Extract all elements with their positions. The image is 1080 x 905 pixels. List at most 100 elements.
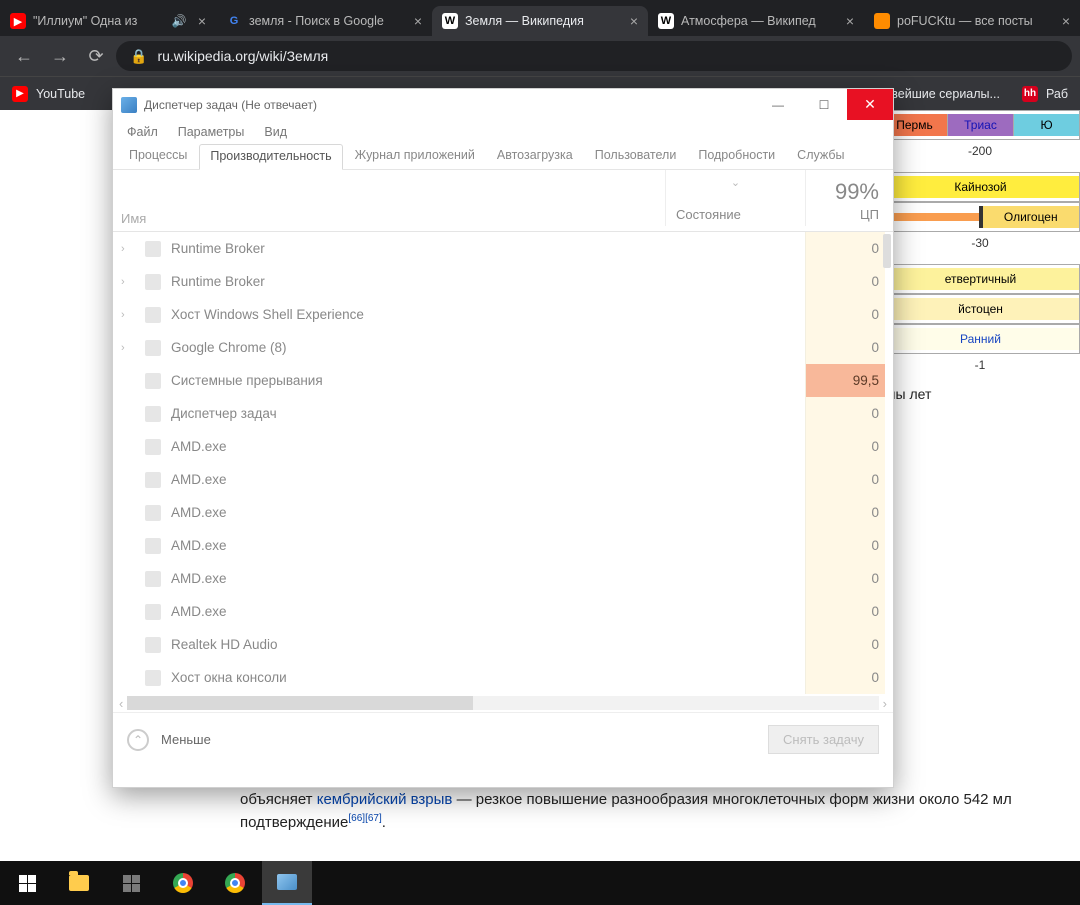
bookmark-label: Раб <box>1046 87 1068 101</box>
expand-icon[interactable]: › <box>121 276 135 288</box>
scale-unit: оны лет <box>880 386 1080 402</box>
tm-tab[interactable]: Пользователи <box>585 144 687 169</box>
url-field[interactable]: 🔒 ru.wikipedia.org/wiki/Земля <box>116 41 1072 71</box>
geo-period: Ю <box>1013 114 1079 136</box>
reload-button[interactable]: ⟳ <box>80 40 112 72</box>
browser-tab[interactable]: ▶"Иллиум" Одна из🔊× <box>0 6 216 36</box>
browser-tab[interactable]: WАтмосфера — Википед× <box>648 6 864 36</box>
tm-tab[interactable]: Службы <box>787 144 854 169</box>
tm-tab[interactable]: Процессы <box>119 144 197 169</box>
process-row[interactable]: AMD.exe0 <box>113 595 893 628</box>
chrome-2[interactable] <box>210 861 260 905</box>
tab-close-icon[interactable]: × <box>198 13 206 29</box>
process-icon <box>145 439 161 455</box>
tm-tab[interactable]: Производительность <box>199 144 342 170</box>
lock-icon: 🔒 <box>130 48 147 65</box>
menu-item[interactable]: Файл <box>127 125 158 139</box>
audio-icon[interactable]: 🔊 <box>172 14 187 28</box>
geologic-timeline: ПермьТриасЮ-200КайнозойОлигоцен-30етверт… <box>880 110 1080 402</box>
tm-tab[interactable]: Автозагрузка <box>487 144 583 169</box>
process-row[interactable]: AMD.exe0 <box>113 496 893 529</box>
task-view[interactable] <box>106 861 156 905</box>
scroll-left-icon[interactable]: ‹ <box>119 696 123 711</box>
start-button[interactable] <box>2 861 52 905</box>
tab-close-icon[interactable]: × <box>1062 13 1070 29</box>
vertical-scroll-thumb[interactable] <box>883 234 891 268</box>
menu-item[interactable]: Вид <box>264 125 287 139</box>
forward-button[interactable]: → <box>44 40 76 72</box>
geo-period: Триас <box>947 114 1013 136</box>
process-cpu: 0 <box>805 661 885 694</box>
browser-tab[interactable]: poFUCKtu — все посты× <box>864 6 1080 36</box>
close-button[interactable]: ✕ <box>847 89 893 120</box>
tab-close-icon[interactable]: × <box>414 13 422 29</box>
chrome-1[interactable] <box>158 861 208 905</box>
bookmark[interactable]: ▶YouTube <box>12 86 85 102</box>
process-row[interactable]: ›Хост Windows Shell Experience0 <box>113 298 893 331</box>
o-favicon-icon <box>874 13 890 29</box>
process-row[interactable]: AMD.exe0 <box>113 529 893 562</box>
process-icon <box>145 373 161 389</box>
process-row[interactable]: Системные прерывания99,5 <box>113 364 893 397</box>
titlebar[interactable]: Диспетчер задач (Не отвечает) — ☐ ✕ <box>113 89 893 120</box>
process-row[interactable]: ›Runtime Broker0 <box>113 265 893 298</box>
link-cambrian[interactable]: кембрийский взрыв <box>317 791 453 808</box>
geo-period: Кайнозой <box>881 176 1079 198</box>
process-cpu: 99,5 <box>805 364 885 397</box>
process-name: AMD.exe <box>171 472 227 487</box>
expand-icon[interactable]: › <box>121 309 135 321</box>
process-name: Диспетчер задач <box>171 406 277 421</box>
tm-tab[interactable]: Подробности <box>688 144 785 169</box>
horizontal-scroll-thumb[interactable] <box>127 696 473 710</box>
browser-tab[interactable]: WЗемля — Википедия× <box>432 6 648 36</box>
process-icon <box>145 307 161 323</box>
back-button[interactable]: ← <box>8 40 40 72</box>
process-list[interactable]: ›Runtime Broker0›Runtime Broker0›Хост Wi… <box>113 232 893 694</box>
expand-icon[interactable]: › <box>121 243 135 255</box>
w-favicon-icon: W <box>442 13 458 29</box>
horizontal-scrollbar[interactable]: ‹ › <box>113 694 893 712</box>
process-row[interactable]: Диспетчер задач 0 <box>113 397 893 430</box>
menu-item[interactable]: Параметры <box>178 125 245 139</box>
end-task-button[interactable]: Снять задачу <box>768 725 879 754</box>
col-state[interactable]: ⌄ Состояние <box>665 170 805 226</box>
scale-label: -200 <box>880 144 1080 158</box>
task-manager-icon <box>121 97 137 113</box>
process-icon <box>145 274 161 290</box>
collapse-icon[interactable]: ⌃ <box>127 729 149 751</box>
tm-tab[interactable]: Журнал приложений <box>345 144 485 169</box>
process-row[interactable]: AMD.exe0 <box>113 463 893 496</box>
process-row[interactable]: ›Google Chrome (8)0 <box>113 331 893 364</box>
task-manager-taskbar[interactable] <box>262 861 312 905</box>
process-icon <box>145 406 161 422</box>
expand-icon[interactable]: › <box>121 342 135 354</box>
process-cpu: 0 <box>805 298 885 331</box>
window-title: Диспетчер задач (Не отвечает) <box>144 98 755 112</box>
process-row[interactable]: AMD.exe0 <box>113 562 893 595</box>
file-explorer[interactable] <box>54 861 104 905</box>
process-row[interactable]: AMD.exe0 <box>113 430 893 463</box>
browser-tab[interactable]: Gземля - Поиск в Google× <box>216 6 432 36</box>
maximize-button[interactable]: ☐ <box>801 89 847 120</box>
col-cpu[interactable]: 99% ЦП <box>805 170 885 226</box>
process-row[interactable]: Хост окна консоли0 <box>113 661 893 694</box>
process-name: Runtime Broker <box>171 241 265 256</box>
minimize-button[interactable]: — <box>755 89 801 120</box>
tab-label: "Иллиум" Одна из <box>33 14 165 28</box>
column-headers: Имя ⌄ Состояние 99% ЦП <box>113 170 893 232</box>
process-icon <box>145 505 161 521</box>
process-row[interactable]: ›Runtime Broker0 <box>113 232 893 265</box>
process-cpu: 0 <box>805 430 885 463</box>
scale-label: -1 <box>880 358 1080 372</box>
fewer-details[interactable]: Меньше <box>161 732 756 747</box>
process-cpu: 0 <box>805 529 885 562</box>
process-icon <box>145 340 161 356</box>
process-row[interactable]: Realtek HD Audio0 <box>113 628 893 661</box>
tab-close-icon[interactable]: × <box>846 13 854 29</box>
bookmark[interactable]: hhРаб <box>1022 86 1068 102</box>
tab-close-icon[interactable]: × <box>630 13 638 29</box>
scroll-right-icon[interactable]: › <box>883 696 887 711</box>
windows-taskbar <box>0 861 1080 905</box>
process-cpu: 0 <box>805 397 885 430</box>
col-name[interactable]: Имя <box>121 211 665 226</box>
